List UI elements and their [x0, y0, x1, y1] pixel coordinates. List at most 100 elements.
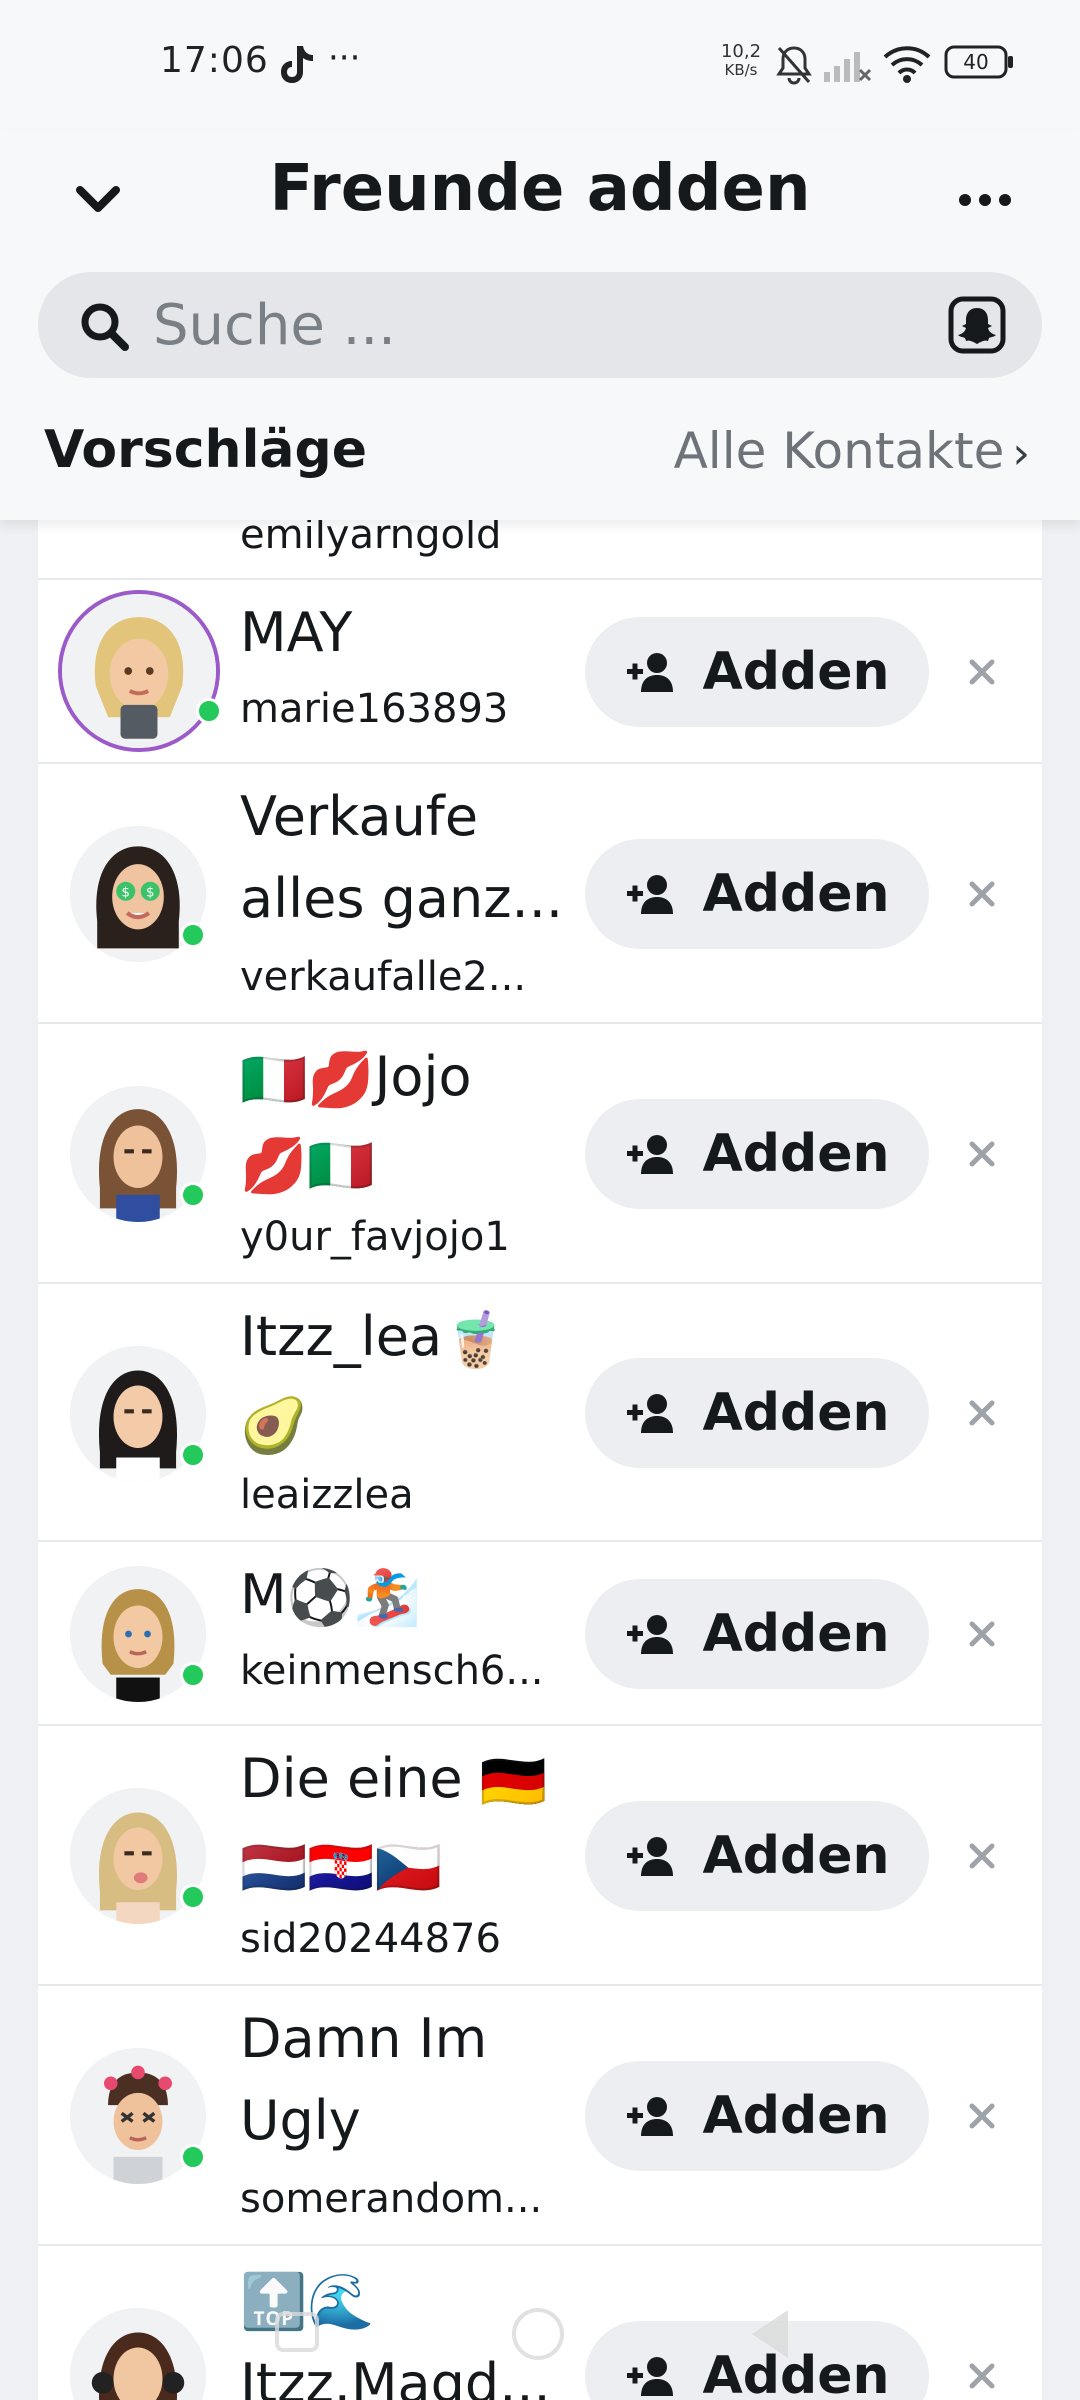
add-user-icon [626, 2357, 673, 2396]
username: somerandom... [240, 2176, 543, 2222]
add-label: Adden [702, 642, 890, 702]
display-name: Damn Im Ugly [240, 2007, 488, 2152]
search-bar[interactable] [38, 272, 1042, 378]
add-friend-button[interactable]: Adden [585, 1801, 929, 1911]
add-friend-button[interactable]: Adden [585, 1358, 929, 1468]
soccer-ball-emoji: ⚽ [286, 1566, 354, 1630]
add-user-icon [626, 1837, 673, 1876]
list-item[interactable]: Die eine 🇩🇪 🇳🇱🇭🇷🇨🇿 sid20244876 Adden [38, 1726, 1042, 1986]
all-contacts-link[interactable]: Alle Kontakte › [674, 422, 1030, 480]
add-label: Adden [702, 1383, 890, 1443]
display-name: Itzz_lea🧋 🥑 [240, 1296, 600, 1467]
username: leaizzlea [240, 1472, 414, 1518]
status-more-dots: ··· [328, 38, 361, 78]
add-label: Adden [702, 2086, 890, 2146]
search-input[interactable] [153, 272, 953, 378]
add-user-icon [626, 1615, 673, 1654]
close-icon[interactable] [958, 1610, 1006, 1658]
avatar[interactable] [70, 1086, 206, 1222]
bubble-tea-emoji: 🧋 [442, 1308, 510, 1372]
speed-value: 10,2 [720, 41, 762, 62]
close-icon[interactable] [958, 1130, 1006, 1178]
add-user-icon [626, 875, 673, 914]
username: y0ur_favjojo1 [240, 1214, 510, 1260]
flag-italy-emoji: 🇮🇹 [240, 1048, 308, 1112]
search-icon [81, 303, 129, 351]
username: verkaufalle2... [240, 954, 527, 1000]
add-friend-button[interactable]: Adden [585, 617, 929, 727]
list-item[interactable]: $ $ Verkaufe alles ganz... verkaufalle2.… [38, 764, 1042, 1024]
avatar[interactable] [70, 1566, 206, 1702]
snowboarder-emoji: 🏂 [353, 1566, 422, 1630]
close-icon[interactable] [958, 870, 1006, 918]
display-name: Verkaufe alles ganz... [240, 785, 564, 930]
add-label: Adden [702, 1604, 890, 1664]
flag-italy-emoji: 🇮🇹 [307, 1133, 375, 1197]
add-friend-button[interactable]: Adden [585, 839, 929, 949]
display-name-text: Itzz.Magd... [240, 2352, 551, 2400]
list-item[interactable]: 🇮🇹💋Jojo 💋🇮🇹 y0ur_favjojo1 Adden [38, 1024, 1042, 1284]
username: marie163893 [240, 686, 509, 732]
wifi-icon [883, 46, 931, 83]
signal-icon [824, 52, 872, 82]
close-icon[interactable] [958, 1389, 1006, 1437]
online-indicator [180, 1442, 206, 1468]
close-icon[interactable] [958, 2092, 1006, 2140]
more-dots-icon[interactable] [955, 185, 1015, 215]
network-speed: 10,2 KB/s [716, 42, 766, 80]
avatar[interactable] [70, 2308, 206, 2400]
app-screen: 17:06 ··· 10,2 KB/s 40 Freunde adden Suc… [0, 0, 1080, 2400]
display-name: Die eine 🇩🇪 🇳🇱🇭🇷🇨🇿 [240, 1738, 600, 1909]
close-icon[interactable] [958, 2352, 1006, 2400]
battery-level: 40 [963, 50, 988, 74]
avatar[interactable] [70, 1788, 206, 1924]
display-name-text: Die eine [240, 1747, 463, 1810]
back-nav-button[interactable] [752, 2310, 788, 2358]
home-nav-button[interactable] [512, 2308, 564, 2360]
flag-croatia-emoji: 🇭🇷 [307, 1835, 375, 1899]
page-title: Freunde adden [269, 152, 811, 226]
online-indicator [180, 1884, 206, 1910]
avatar[interactable] [70, 2048, 206, 2184]
list-item[interactable]: MAY marie163893 Adden [38, 580, 1042, 764]
svg-text:$: $ [146, 885, 155, 901]
close-icon[interactable] [958, 1832, 1006, 1880]
add-user-icon [626, 653, 673, 692]
add-friend-button[interactable]: Adden [585, 2061, 929, 2171]
bitmoji-avatar [70, 2308, 206, 2400]
suggestions-list: emilyarngold MAY marie163893 Adden $ $ V… [38, 500, 1042, 2400]
svg-text:$: $ [121, 885, 130, 901]
online-indicator [180, 2144, 206, 2170]
add-label: Adden [702, 1826, 890, 1886]
close-icon[interactable] [958, 648, 1006, 696]
add-friend-button[interactable]: Adden [585, 1579, 929, 1689]
bitmoji-avatar [62, 594, 216, 748]
online-indicator [196, 698, 222, 724]
battery-icon: 40 [944, 45, 1013, 79]
status-time: 17:06 [160, 40, 269, 81]
add-label: Adden [702, 1124, 890, 1184]
username: keinmensch6... [240, 1648, 544, 1694]
list-item[interactable]: M⚽🏂 keinmensch6... Adden [38, 1542, 1042, 1726]
bell-off-icon [776, 46, 812, 85]
section-title: Vorschläge [44, 420, 367, 480]
status-bar: 17:06 ··· 10,2 KB/s 40 [0, 0, 1080, 130]
recents-nav-button[interactable] [275, 2312, 319, 2352]
add-user-icon [626, 1394, 673, 1433]
display-name: 🇮🇹💋Jojo 💋🇮🇹 [240, 1036, 600, 1207]
add-friend-button[interactable]: Adden [585, 1099, 929, 1209]
add-label: Adden [702, 864, 890, 924]
snapchat-ghost-icon[interactable] [948, 296, 1006, 354]
avatar[interactable]: $ $ [70, 826, 206, 962]
list-item[interactable]: Itzz_lea🧋 🥑 leaizzlea Adden [38, 1284, 1042, 1542]
kiss-emoji: 💋 [240, 1133, 308, 1197]
display-name: M⚽🏂 [240, 1554, 600, 1639]
avatar[interactable] [58, 590, 222, 752]
avatar[interactable] [70, 1346, 206, 1482]
flag-netherlands-emoji: 🇳🇱 [240, 1835, 308, 1899]
list-item[interactable]: Damn Im Ugly somerandom... Adden [38, 1986, 1042, 2246]
display-name-text: Jojo [374, 1045, 472, 1108]
header: Freunde adden Vorschläge Alle Kontakte› [0, 130, 1080, 520]
chevron-right-icon: › [1012, 428, 1030, 479]
display-name-text: Itzz_lea [240, 1305, 443, 1368]
